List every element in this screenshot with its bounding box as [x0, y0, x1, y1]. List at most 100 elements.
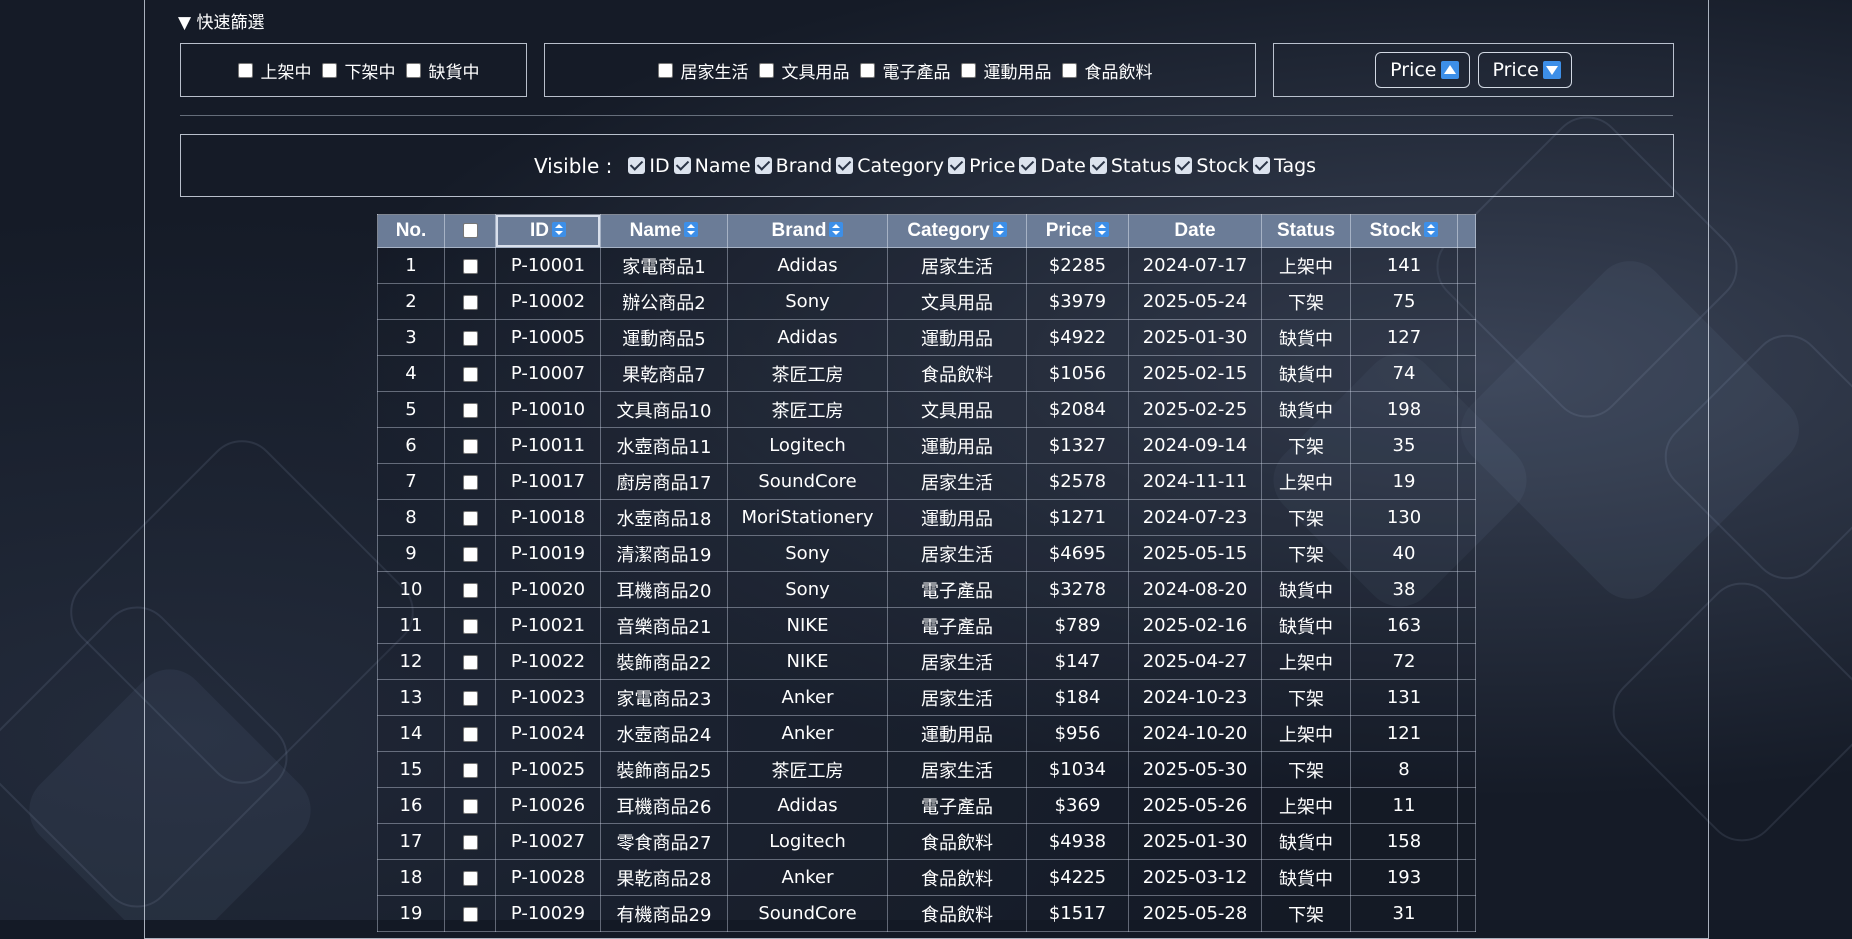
sort-icon[interactable]: [684, 222, 699, 237]
table-row[interactable]: 8 P-10018 水壺商品18 MoriStationery 運動用品 $1271 202…: [377, 499, 1476, 536]
cell-select: [444, 751, 496, 788]
row-checkbox[interactable]: [462, 654, 478, 670]
toggle-column-stock[interactable]: Stock: [1175, 155, 1249, 177]
row-checkbox[interactable]: [462, 510, 478, 526]
table-row[interactable]: 2 P-10002 辦公商品2 Sony 文具用品 $3979 2025-05-24 下架 75: [377, 283, 1476, 320]
table-row[interactable]: 3 P-10005 運動商品5 Adidas 運動用品 $4922 2025-01-30 缺貨…: [377, 319, 1476, 356]
filter-category-electronics[interactable]: 電子產品: [850, 58, 951, 83]
checkbox-checked[interactable]: [1019, 157, 1037, 174]
checkbox[interactable]: [859, 62, 875, 78]
row-checkbox[interactable]: [462, 870, 478, 886]
toggle-column-price[interactable]: Price: [948, 155, 1015, 177]
cell-name: 運動商品5: [600, 319, 728, 356]
row-checkbox[interactable]: [462, 726, 478, 742]
toggle-column-brand[interactable]: Brand: [754, 155, 832, 177]
toggle-column-category[interactable]: Category: [836, 155, 944, 177]
cell-price: $2084: [1026, 391, 1129, 428]
table-row[interactable]: 11 P-10021 音樂商品21 NIKE 電子產品 $789 2025-02-16 缺貨中…: [377, 607, 1476, 644]
checkbox[interactable]: [237, 62, 253, 78]
table-row[interactable]: 16 P-10026 耳機商品26 Adidas 電子產品 $369 2025-05-26 上…: [377, 787, 1476, 824]
cell-date: 2025-04-27: [1128, 643, 1262, 680]
toggle-column-id[interactable]: ID: [628, 155, 670, 177]
sort-icon[interactable]: [552, 222, 566, 237]
cell-brand: NIKE: [727, 607, 888, 644]
row-checkbox[interactable]: [462, 906, 478, 922]
row-checkbox[interactable]: [462, 618, 478, 634]
header-brand[interactable]: Brand: [727, 214, 888, 248]
cell-date: 2025-05-26: [1128, 787, 1262, 824]
sort-icon[interactable]: [829, 222, 844, 237]
filter-category-food[interactable]: 食品飲料: [1052, 58, 1153, 83]
filter-status-listed[interactable]: 上架中: [228, 58, 312, 83]
checkbox[interactable]: [657, 62, 673, 78]
table-row[interactable]: 7 P-10017 廚房商品17 SoundCore 居家生活 $2578 2024-11-…: [377, 463, 1476, 500]
filter-category-sports[interactable]: 運動用品: [951, 58, 1052, 83]
checkbox[interactable]: [321, 62, 337, 78]
row-checkbox[interactable]: [462, 402, 478, 418]
cell-overflow: [1457, 319, 1476, 356]
checkbox-checked[interactable]: [1089, 157, 1107, 174]
toggle-column-tags[interactable]: Tags: [1252, 155, 1316, 177]
cell-price: $2285: [1026, 247, 1129, 284]
table-row[interactable]: 18 P-10028 果乾商品28 Anker 食品飲料 $4225 2025-03-12 缺…: [377, 859, 1476, 896]
toggle-column-date[interactable]: Date: [1019, 155, 1086, 177]
checkbox[interactable]: [960, 62, 976, 78]
header-price[interactable]: Price: [1026, 214, 1129, 248]
filter-status-unlisted[interactable]: 下架中: [312, 58, 396, 83]
row-checkbox[interactable]: [462, 474, 478, 490]
checkbox[interactable]: [758, 62, 774, 78]
table-row[interactable]: 14 P-10024 水壺商品24 Anker 運動用品 $956 2024-10-20 上架…: [377, 715, 1476, 752]
row-checkbox[interactable]: [462, 258, 478, 274]
row-checkbox[interactable]: [462, 330, 478, 346]
toggle-column-status[interactable]: Status: [1089, 155, 1171, 177]
table-row[interactable]: 6 P-10011 水壺商品11 Logitech 運動用品 $1327 2024-09-1…: [377, 427, 1476, 464]
table-row[interactable]: 13 P-10023 家電商品23 Anker 居家生活 $184 2024-10-23 下架…: [377, 679, 1476, 716]
checkbox[interactable]: [1061, 62, 1077, 78]
row-checkbox[interactable]: [462, 582, 478, 598]
row-checkbox[interactable]: [462, 366, 478, 382]
header-stock[interactable]: Stock: [1350, 214, 1458, 248]
row-checkbox[interactable]: [462, 294, 478, 310]
table-row[interactable]: 10 P-10020 耳機商品20 Sony 電子產品 $3278 2024-08-20 缺貨…: [377, 571, 1476, 608]
checkbox-checked[interactable]: [628, 157, 646, 174]
table-row[interactable]: 5 P-10010 文具商品10 茶匠工房 文具用品 $2084 2025-02-25 缺貨中…: [377, 391, 1476, 428]
price-sort-asc-button[interactable]: Price: [1375, 52, 1470, 88]
quick-filter-toggle[interactable]: ▼ 快速篩選: [178, 8, 264, 33]
table-row[interactable]: 19 P-10029 有機商品29 SoundCore 食品飲料 $1517 2025-05…: [377, 895, 1476, 932]
toggle-column-name[interactable]: Name: [673, 155, 751, 177]
table-row[interactable]: 4 P-10007 果乾商品7 茶匠工房 食品飲料 $1056 2025-02-15 缺貨中 7…: [377, 355, 1476, 392]
checkbox-checked[interactable]: [836, 157, 854, 174]
row-checkbox[interactable]: [462, 762, 478, 778]
checkbox-checked[interactable]: [948, 157, 966, 174]
filter-category-stationery[interactable]: 文具用品: [749, 58, 850, 83]
row-checkbox[interactable]: [462, 438, 478, 454]
sort-icon[interactable]: [1095, 222, 1110, 237]
table-row[interactable]: 17 P-10027 零食商品27 Logitech 食品飲料 $4938 2025-01-…: [377, 823, 1476, 860]
checkbox-checked[interactable]: [673, 157, 691, 174]
checkbox-checked[interactable]: [754, 157, 772, 174]
cell-price: $369: [1026, 787, 1129, 824]
table-row[interactable]: 1 P-10001 家電商品1 Adidas 居家生活 $2285 2024-07-17 上架…: [377, 247, 1476, 284]
table-row[interactable]: 12 P-10022 裝飾商品22 NIKE 居家生活 $147 2025-04-27 上架中…: [377, 643, 1476, 680]
cell-no: 3: [377, 319, 445, 356]
row-checkbox[interactable]: [462, 798, 478, 814]
cell-price: $184: [1026, 679, 1129, 716]
checkbox-checked[interactable]: [1175, 157, 1193, 174]
table-row[interactable]: 15 P-10025 裝飾商品25 茶匠工房 居家生活 $1034 2025-05-30 下架…: [377, 751, 1476, 788]
table-header-row: No. ID Name Brand Category Price Date St…: [377, 214, 1476, 248]
table-row[interactable]: 9 P-10019 清潔商品19 Sony 居家生活 $4695 2025-05-15 下架 4…: [377, 535, 1476, 572]
sort-icon[interactable]: [992, 222, 1007, 237]
sort-icon[interactable]: [1424, 222, 1439, 237]
header-id[interactable]: ID: [495, 214, 601, 248]
checkbox-checked[interactable]: [1252, 157, 1270, 174]
checkbox[interactable]: [405, 62, 421, 78]
row-checkbox[interactable]: [462, 546, 478, 562]
header-name[interactable]: Name: [600, 214, 728, 248]
filter-category-home[interactable]: 居家生活: [648, 58, 749, 83]
row-checkbox[interactable]: [462, 690, 478, 706]
row-checkbox[interactable]: [462, 834, 478, 850]
select-all-checkbox[interactable]: [462, 223, 478, 239]
header-category[interactable]: Category: [887, 214, 1027, 248]
filter-status-out-of-stock[interactable]: 缺貨中: [396, 58, 480, 83]
price-sort-desc-button[interactable]: Price: [1477, 52, 1572, 88]
